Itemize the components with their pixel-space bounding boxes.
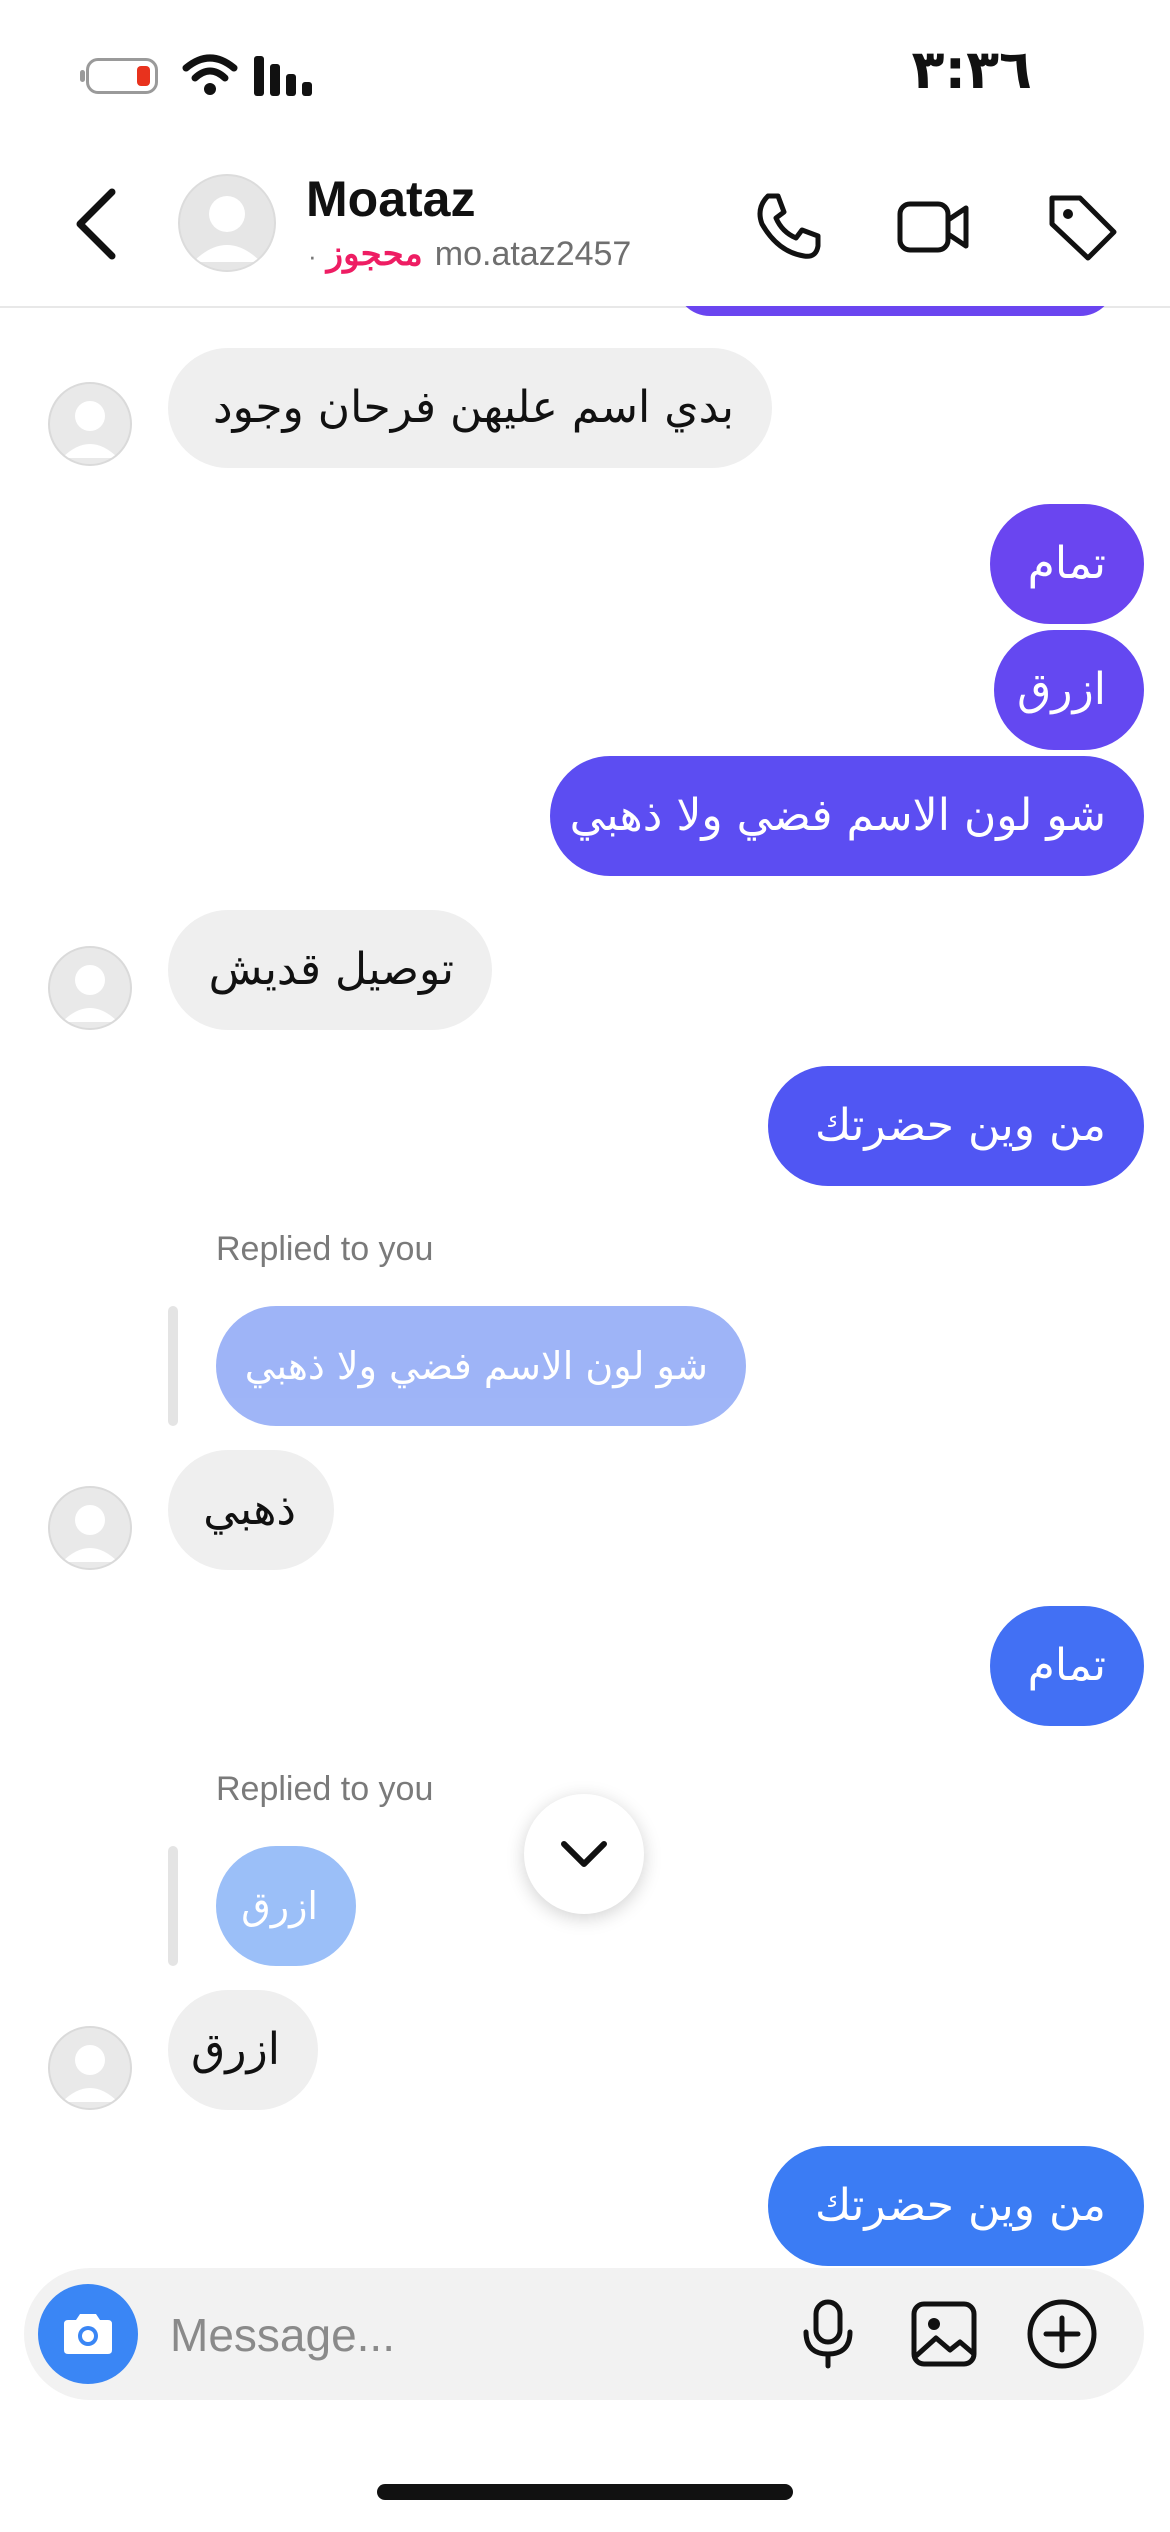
home-indicator[interactable] <box>377 2484 793 2500</box>
status-bar: ٣:٣٦ <box>0 0 1170 150</box>
contact-name[interactable]: Moataz <box>306 170 475 228</box>
message-list[interactable]: بدي اسم عليهن فرحان وجود تمام ازرق شو لو… <box>0 306 1170 2270</box>
separator-dot: · <box>308 241 317 271</box>
chevron-down-icon <box>561 1841 607 1867</box>
signal-icon <box>254 56 312 96</box>
reply-indicator-bar <box>168 1846 178 1966</box>
phone-call-button[interactable] <box>748 186 828 266</box>
camera-icon <box>64 2314 112 2354</box>
avatar[interactable] <box>48 946 132 1030</box>
back-button[interactable] <box>64 184 134 264</box>
avatar[interactable] <box>48 382 132 466</box>
message-bubble[interactable]: تمام <box>990 1606 1144 1726</box>
message-bubble[interactable]: بدي اسم عليهن فرحان وجود <box>168 348 772 468</box>
clock: ٣:٣٦ <box>911 38 1032 101</box>
message-bubble[interactable]: من وين حضرتك <box>768 2146 1144 2266</box>
avatar[interactable] <box>48 2026 132 2110</box>
message-bubble[interactable]: ذهبي <box>168 1450 334 1570</box>
wifi-icon <box>182 54 238 95</box>
replied-to-you-label: Replied to you <box>216 1230 434 1268</box>
quoted-message[interactable]: شو لون الاسم فضي ولا ذهبي <box>216 1306 746 1426</box>
microphone-icon[interactable] <box>788 2294 868 2374</box>
message-input[interactable] <box>168 2298 652 2372</box>
message-bubble[interactable]: من وين حضرتك <box>768 1066 1144 1186</box>
person-icon <box>62 965 118 1022</box>
username: mo.ataz2457 <box>434 235 632 273</box>
contact-subtitle: · محجوز mo.ataz2457 <box>308 234 631 274</box>
message-bubble[interactable]: ازرق <box>994 630 1144 750</box>
person-icon <box>62 1505 118 1562</box>
person-icon <box>62 2045 118 2102</box>
add-icon[interactable] <box>1022 2294 1102 2374</box>
message-bubble[interactable]: ازرق <box>168 1990 318 2110</box>
message-bubble[interactable]: توصيل قديش <box>168 910 492 1030</box>
message-bubble[interactable]: شو لون الاسم فضي ولا ذهبي <box>550 756 1144 876</box>
camera-button[interactable] <box>38 2284 138 2384</box>
avatar[interactable] <box>178 174 276 272</box>
status-text: محجوز <box>326 235 423 273</box>
chat-header: Moataz · محجوز mo.ataz2457 <box>0 150 1170 308</box>
replied-to-you-label: Replied to you <box>216 1770 434 1808</box>
gallery-icon[interactable] <box>904 2294 984 2374</box>
avatar[interactable] <box>48 1486 132 1570</box>
tag-icon[interactable] <box>1042 186 1122 266</box>
person-icon <box>62 401 118 458</box>
message-bubble[interactable]: تمام <box>990 504 1144 624</box>
reply-indicator-bar <box>168 1306 178 1426</box>
scroll-to-bottom-button[interactable] <box>524 1794 644 1914</box>
battery-icon <box>80 58 158 94</box>
quoted-message[interactable]: ازرق <box>216 1846 356 1966</box>
partial-message-bubble[interactable] <box>675 306 1115 316</box>
video-call-button[interactable] <box>894 186 974 266</box>
person-icon <box>193 196 261 262</box>
message-composer <box>24 2268 1144 2400</box>
